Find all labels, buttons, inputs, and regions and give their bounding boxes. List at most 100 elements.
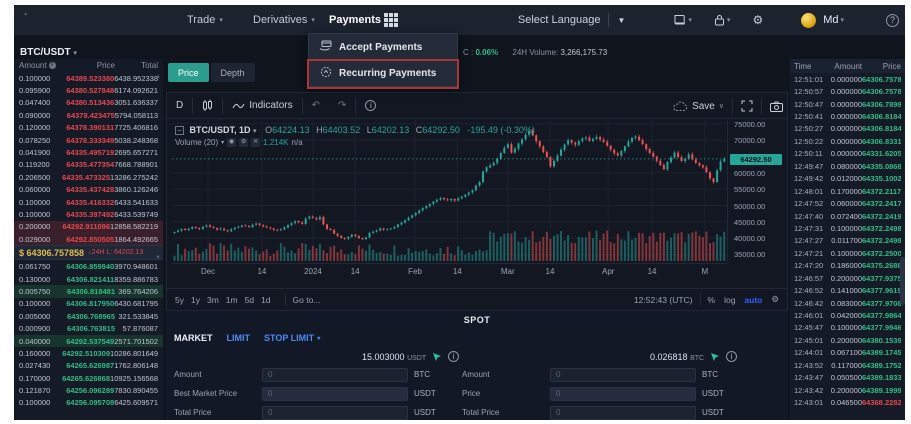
pair-selector[interactable]: BTC/USDT ▾ [20,47,77,58]
redo-icon[interactable]: ↷ [329,98,355,114]
orderbook-row[interactable]: 0.13000064306.8214118359.886783 [14,273,163,285]
language-dropdown-icon[interactable]: ▼ [617,16,625,25]
fullscreen-icon[interactable] [741,100,753,112]
orderbook-row[interactable]: 0.09000064378.4234755794.058113 [14,109,163,121]
range-button-5d[interactable]: 5d [245,295,254,305]
total-price-input[interactable] [262,406,408,420]
menu-item-recurring-payments[interactable]: Recurring Payments [309,60,457,86]
chevron-down-icon[interactable]: ▾ [253,128,257,135]
orderbook-row[interactable]: 0.20650064335.47332513286.275242 [14,171,163,183]
price-input[interactable] [550,387,696,401]
scrollbar-thumb[interactable] [900,257,905,305]
depth-tab[interactable]: Depth [211,63,255,82]
orderbook-row[interactable]: 0.00090064306.76381557.876087 [14,322,163,334]
orderbook-row[interactable]: 0.17000064265.62686810925.156568 [14,372,163,384]
trade-row[interactable]: 12:50:110.00000064331.620589 [790,148,905,160]
indicators-button[interactable]: Indicators [223,98,301,114]
pointer-icon[interactable] [710,352,720,362]
time-axis[interactable]: Dec14202414Feb14Mar14Apr14M [172,263,727,279]
orderbook-row[interactable]: 0.12187064256.0962897830.890455 [14,384,163,396]
camera-icon[interactable] [770,101,783,112]
info-icon[interactable]: i [448,351,459,362]
info-icon[interactable]: i [726,351,737,362]
percent-scale-button[interactable]: % [708,295,716,305]
orders-book-icon[interactable]: ▾ [673,14,692,26]
nav-item-payments[interactable]: Payments▴ [329,5,389,35]
range-button-5y[interactable]: 5y [175,295,184,305]
trade-row[interactable]: 12:46:520.14100064377.961938 [790,284,905,296]
trade-row[interactable]: 12:50:570.00000064306.757858 [790,85,905,97]
orderbook-row[interactable]: 0.06000064335.4374283860.126246 [14,184,163,196]
trade-row[interactable]: 12:50:410.00000064306.818481 [790,110,905,122]
apps-grid-icon[interactable] [384,13,398,27]
amount-input[interactable] [550,368,696,382]
orderbook-row[interactable]: 0.04190064335.4957192695.657271 [14,146,163,158]
orderbook-row[interactable]: 0.10000064256.0957086425.609571 [14,397,163,409]
trade-row[interactable]: 12:46:570.20000064377.937500 [790,272,905,284]
orderbook-row[interactable]: 0.00500064306.768965321.533845 [14,310,163,322]
chevron-down-icon[interactable]: ▾ [221,139,224,146]
menu-item-accept-payments[interactable]: Accept Payments [309,34,457,60]
trade-row[interactable]: 12:50:470.00000064306.789952 [790,98,905,110]
price-axis[interactable]: 75000.0070000.0060000.0055000.0050000.00… [727,120,787,262]
trade-row[interactable]: 12:46:420.08300064377.970800 [790,297,905,309]
settings-gear-icon[interactable]: ⚙ [752,13,763,27]
range-button-1y[interactable]: 1y [191,295,200,305]
trade-row[interactable]: 12:47:520.06000064372.241761 [790,197,905,209]
orderbook-row[interactable]: 0.10000064389.5233806438.952338 [14,72,163,84]
nav-item-trade[interactable]: Trade▾ [187,5,223,35]
log-scale-button[interactable]: log [724,295,735,305]
trade-row[interactable]: 12:47:210.10000064372.250069 [790,247,905,259]
scroll-up-icon[interactable]: ▲ [155,74,161,80]
orderbook-row[interactable]: 0.00575064306.818481369.764206 [14,285,163,297]
trade-row[interactable]: 12:50:220.00000064306.833186 [790,135,905,147]
trade-row[interactable]: 12:47:310.10000064372.249891 [790,222,905,234]
orderbook-row[interactable]: 0.20000064292.91109612858.582219 [14,221,163,233]
orderbook-row[interactable]: 0.06175064306.8599403970.948601 [14,260,163,272]
total-price-input[interactable] [550,406,696,420]
tab-limit[interactable]: LIMIT [227,333,251,343]
orderbook-row[interactable]: 0.02900064292.8505051864.492665 [14,233,163,245]
amount-input[interactable] [262,368,408,382]
trade-row[interactable]: 12:47:400.07240064372.241918 [790,210,905,222]
orderbook-row[interactable]: 0.12000064378.3901317725.406816 [14,122,163,134]
orderbook-row[interactable]: 0.09590064380.5278486174.092621 [14,84,163,96]
trade-row[interactable]: 12:51:010.00000064306.757858 [790,73,905,85]
orderbook-row[interactable]: 0.04000064292.5375492571.701502 [14,335,163,347]
candle-style-icon[interactable] [193,98,222,114]
trade-row[interactable]: 12:47:270.01170064372.249898 [790,235,905,247]
tab-stop-limit[interactable]: STOP LIMIT▾ [264,333,320,343]
trade-row[interactable]: 12:44:010.06710064389.174500 [790,347,905,359]
trade-row[interactable]: 12:50:270.00000064306.818481 [790,123,905,135]
trade-row[interactable]: 12:49:420.01200064335.100218 [790,173,905,185]
trade-row[interactable]: 12:47:200.18600064375.268800 [790,260,905,272]
trade-row[interactable]: 12:45:470.10000064377.994602 [790,322,905,334]
orderbook-row[interactable]: 0.10000064335.4163326433.541633 [14,196,163,208]
trade-row[interactable]: 12:43:470.05050064389.183330 [790,372,905,384]
pointer-icon[interactable] [432,352,442,362]
scroll-down-icon[interactable]: ▼ [155,255,161,261]
trade-row[interactable]: 12:45:010.20000064380.153929 [790,334,905,346]
trade-row[interactable]: 12:49:470.08000064335.086890 [790,160,905,172]
trade-row[interactable]: 12:43:520.11700064389.175200 [790,359,905,371]
footer-gear-icon[interactable]: ⚙ [771,294,779,305]
orderbook-row[interactable]: 0.10000064306.8179506430.681795 [14,298,163,310]
info-icon[interactable]: i [49,62,56,69]
nav-item-derivatives[interactable]: Derivatives▾ [253,5,315,35]
orderbook-row[interactable]: 0.10000064335.3974926433.539749 [14,208,163,220]
range-button-3m[interactable]: 3m [207,295,219,305]
auto-scale-button[interactable]: auto [744,295,762,305]
user-menu[interactable]: Md▾ [823,14,844,26]
collapse-icon[interactable]: − [175,126,184,135]
trade-row[interactable]: 12:48:010.17000064372.211787 [790,185,905,197]
tab-market[interactable]: MARKET [174,333,213,343]
eye-icon[interactable]: ◉ [227,138,236,147]
orderbook-row[interactable]: 0.11920064335.4773547668.788901 [14,159,163,171]
trade-row[interactable]: 12:46:010.04200064377.986400 [790,309,905,321]
avatar[interactable] [801,13,816,28]
trade-row[interactable]: 12:43:420.20000064389.199979 [790,384,905,396]
range-button-1m[interactable]: 1m [226,295,238,305]
range-button-1d[interactable]: 1d [261,295,270,305]
help-icon[interactable]: ? [886,14,899,27]
orderbook-row[interactable]: 0.02743064265.6269871762.806148 [14,360,163,372]
